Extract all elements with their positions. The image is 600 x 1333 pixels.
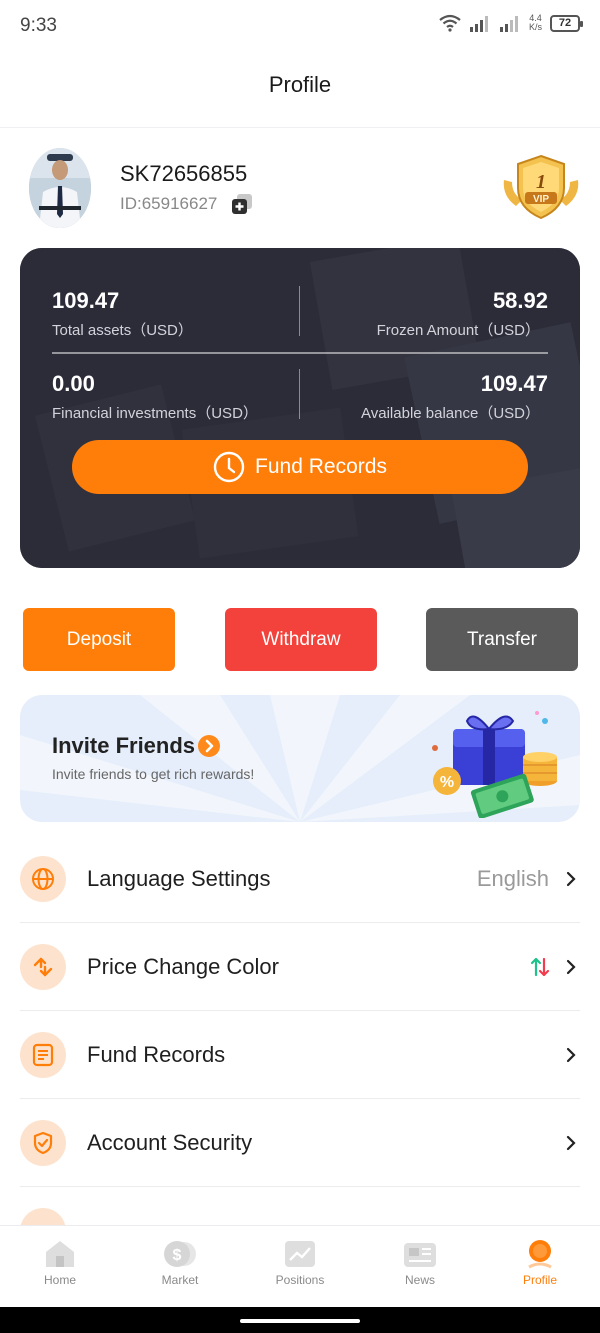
tab-label: News [404,1273,435,1287]
fund-records-button-label: Fund Records [255,455,387,478]
menu-label: Language Settings [87,866,271,891]
financial-investments-value: 0.00 [52,371,95,396]
menu-item-fund-records[interactable]: Fund Records [20,1011,580,1099]
menu-item-account-security[interactable]: Account Security [20,1099,580,1187]
divider [52,352,548,354]
vip-badge-icon: 1 VIP [503,154,579,220]
chevron-right-icon [566,959,576,975]
language-value: English [476,866,549,891]
financial-investments-label: Financial investments（USD） [52,405,258,422]
chart-icon [285,1241,315,1267]
profile-content[interactable]: SK72656855 ID:65916627 1 VIP 109.47 Tota… [0,128,600,1225]
signal-icon [469,16,488,32]
chevron-right-icon [566,1047,576,1063]
asset-card: 109.47 Total assets（USD） 58.92 Frozen Am… [20,248,580,568]
tab-label: Market [161,1273,199,1287]
transfer-button[interactable]: Transfer [426,608,578,671]
menu-label: Fund Records [87,1042,226,1067]
username: SK72656855 [120,161,248,186]
swap-icon [20,944,66,990]
chevron-right-icon [566,871,576,887]
globe-icon [20,856,66,902]
divider [299,286,300,336]
menu-icon-partial [20,1208,66,1225]
arrow-right-icon[interactable] [198,735,220,757]
invite-friends-banner[interactable]: Invite Friends Invite friends to get ric… [20,695,580,822]
menu-label: Price Change Color [87,954,279,979]
invite-title: Invite Friends [52,733,196,758]
menu-label: Account Security [87,1130,253,1155]
net-speed-unit: K/s [528,22,542,32]
tab-home[interactable]: Home [0,1226,120,1307]
total-assets-value: 109.47 [52,288,120,313]
fund-records-button[interactable]: Fund Records [72,440,528,494]
tab-positions[interactable]: Positions [240,1226,360,1307]
home-gesture-bar[interactable] [240,1319,360,1323]
gift-box-icon: % [432,711,557,818]
status-bar: 9:33 4.4 K/s 72 [0,0,600,52]
avatar-image [29,148,91,228]
svg-text:$: $ [173,1247,182,1264]
system-nav-bar [0,1307,600,1333]
menu-item-language-settings[interactable]: Language Settings English [20,835,580,923]
tab-profile[interactable]: Profile [480,1226,600,1307]
menu-item-price-change-color[interactable]: Price Change Color [20,923,580,1011]
copy-id-icon[interactable] [230,192,254,216]
net-speed: 4.4 K/s [529,14,542,32]
deposit-button[interactable]: Deposit [23,608,175,671]
vip-level: 1 [536,171,546,193]
tab-label: Profile [522,1273,557,1287]
withdraw-button[interactable]: Withdraw [225,608,377,671]
tab-news[interactable]: News [360,1226,480,1307]
chevron-right-icon [566,1135,576,1151]
battery-icon: 72 [550,14,583,32]
svg-text:%: % [440,774,454,791]
total-assets-label: Total assets（USD） [52,322,193,339]
status-time: 9:33 [20,15,57,36]
page-title: Profile [268,72,332,97]
wifi-icon [439,14,461,32]
bottom-tab-bar: Home $ Market Positions News Profile [0,1225,600,1307]
vip-text: VIP [533,194,549,205]
clock-icon [213,451,245,483]
available-balance-label: Available balance（USD） [361,405,540,422]
shield-check-icon [20,1120,66,1166]
home-icon [46,1241,74,1267]
signal-icon-2 [499,16,518,32]
avatar[interactable] [29,148,91,228]
profile-icon [528,1240,552,1269]
up-down-arrows-icon [530,957,550,977]
news-icon [404,1243,436,1267]
frozen-amount-value: 58.92 [492,288,548,313]
available-balance-value: 109.47 [480,371,548,396]
user-id: ID:65916627 [120,194,218,213]
tab-label: Positions [275,1273,325,1287]
status-icons: 4.4 K/s 72 [439,14,583,32]
tab-label: Home [43,1273,76,1287]
tab-market[interactable]: $ Market [120,1226,240,1307]
divider [299,369,300,419]
frozen-amount-label: Frozen Amount（USD） [376,322,540,339]
document-icon [20,1032,66,1078]
title-bar: Profile [0,52,600,128]
invite-subtitle: Invite friends to get rich rewards! [52,766,255,782]
coin-icon: $ [164,1241,196,1267]
